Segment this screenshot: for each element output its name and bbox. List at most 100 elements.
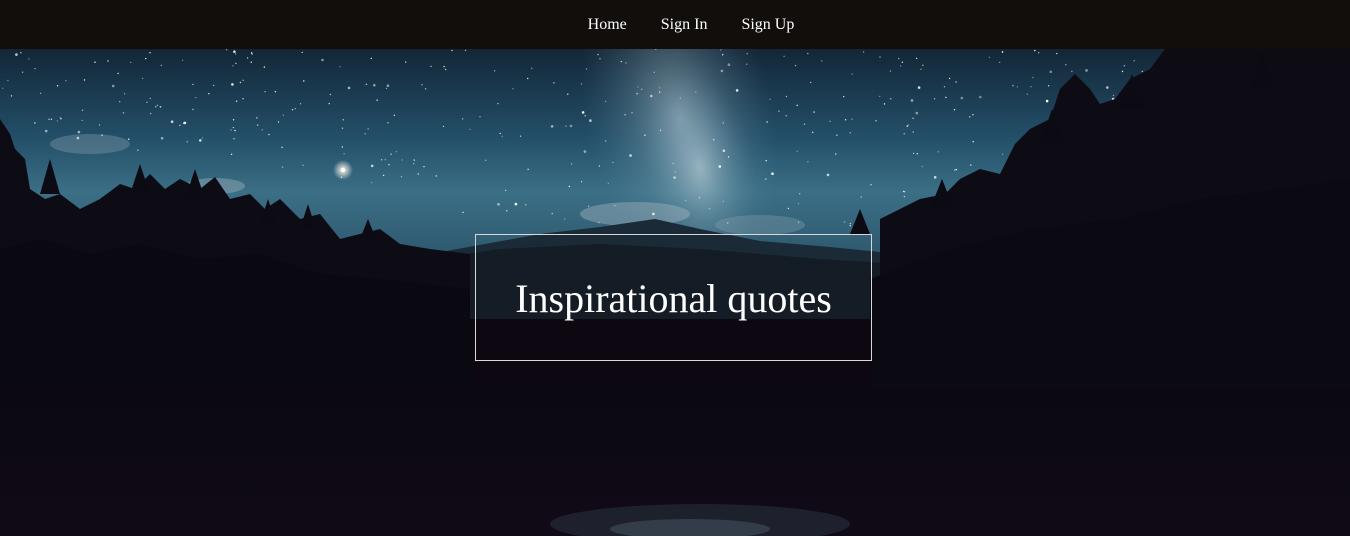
- hero-section: Inspirational quotes: [0, 49, 1350, 536]
- star: [340, 176, 343, 178]
- star: [514, 202, 518, 206]
- star: [605, 140, 607, 142]
- star: [28, 58, 30, 60]
- star: [155, 106, 157, 108]
- star: [673, 176, 676, 179]
- star: [213, 84, 215, 87]
- star: [954, 169, 956, 171]
- star: [373, 83, 376, 87]
- star: [59, 116, 61, 119]
- star: [15, 53, 18, 56]
- star: [1030, 86, 1032, 88]
- star: [903, 133, 905, 135]
- star: [722, 122, 724, 124]
- star: [250, 52, 253, 54]
- star: [933, 98, 936, 100]
- star: [56, 85, 59, 87]
- star: [462, 211, 464, 213]
- star: [953, 109, 956, 111]
- star: [294, 108, 296, 110]
- star: [328, 102, 330, 105]
- star: [1026, 93, 1028, 95]
- star: [376, 99, 378, 101]
- star: [620, 60, 622, 63]
- star: [246, 57, 249, 59]
- star: [778, 110, 780, 112]
- star: [910, 99, 914, 102]
- star: [65, 80, 67, 82]
- star: [234, 129, 236, 132]
- star: [1121, 70, 1124, 73]
- star: [960, 96, 964, 100]
- nav-link-sign-up[interactable]: Sign Up: [741, 16, 794, 33]
- star: [1085, 69, 1088, 72]
- star: [494, 70, 496, 72]
- star: [765, 178, 767, 180]
- star: [674, 171, 676, 173]
- star: [149, 112, 152, 115]
- star: [242, 98, 244, 100]
- star: [195, 96, 197, 99]
- star: [1032, 76, 1034, 79]
- star: [382, 174, 385, 177]
- star: [443, 65, 445, 68]
- star: [589, 119, 592, 122]
- star: [766, 121, 768, 123]
- star: [156, 104, 159, 106]
- star: [179, 124, 181, 127]
- star: [860, 196, 862, 198]
- star: [107, 60, 109, 62]
- star: [506, 210, 508, 212]
- star: [21, 71, 24, 73]
- star: [580, 181, 583, 183]
- star: [567, 93, 569, 95]
- star: [826, 173, 830, 177]
- star: [347, 86, 351, 90]
- nav-link-home[interactable]: Home: [588, 16, 627, 33]
- star: [584, 115, 586, 117]
- star: [718, 165, 722, 168]
- star: [836, 134, 838, 136]
- nav-item-sign-up: Sign Up: [741, 15, 794, 35]
- star: [999, 61, 1001, 64]
- star: [912, 117, 914, 120]
- star: [785, 115, 787, 117]
- star: [612, 161, 614, 164]
- star: [192, 108, 194, 111]
- nav-link-sign-in[interactable]: Sign In: [661, 16, 708, 33]
- star: [829, 120, 831, 123]
- star: [1045, 99, 1049, 103]
- star: [875, 120, 877, 122]
- star: [599, 58, 601, 60]
- star: [233, 138, 235, 140]
- star: [658, 87, 661, 89]
- star: [812, 131, 814, 133]
- star: [395, 151, 398, 153]
- star: [769, 98, 771, 101]
- star: [341, 146, 343, 148]
- star: [799, 193, 801, 195]
- star: [955, 81, 957, 83]
- star: [870, 184, 872, 186]
- star: [899, 65, 902, 67]
- star: [1012, 85, 1014, 87]
- star: [921, 165, 924, 168]
- star: [83, 79, 86, 81]
- star: [844, 119, 847, 121]
- star: [1133, 60, 1135, 62]
- star: [282, 114, 285, 117]
- star: [385, 87, 388, 90]
- star: [365, 83, 368, 85]
- star: [81, 119, 83, 122]
- hero-title: Inspirational quotes: [515, 275, 832, 321]
- star: [60, 118, 62, 120]
- star: [644, 134, 646, 136]
- star: [130, 61, 132, 64]
- star: [469, 128, 471, 130]
- star: [525, 204, 527, 206]
- star: [851, 73, 853, 75]
- star: [565, 125, 567, 127]
- star: [746, 53, 748, 55]
- star: [291, 109, 294, 111]
- star: [235, 100, 238, 102]
